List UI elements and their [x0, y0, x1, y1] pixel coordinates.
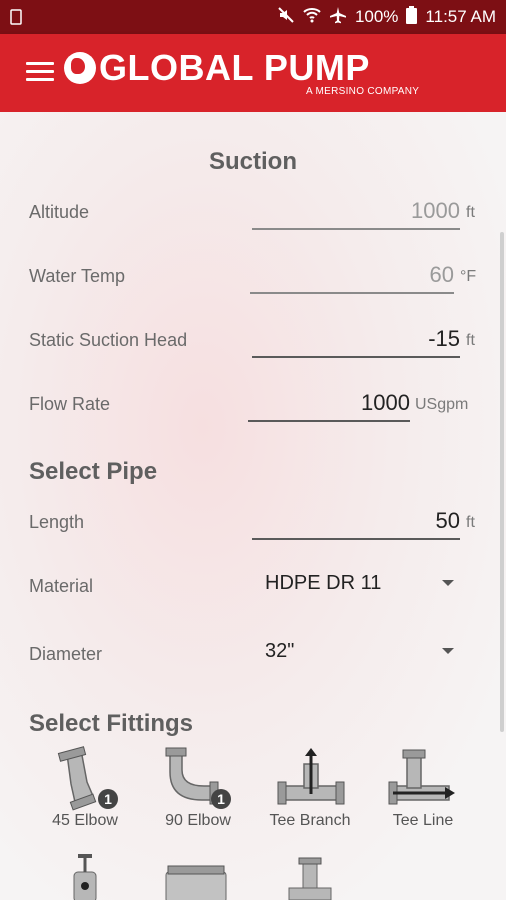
- flow-rate-value: 1000: [361, 390, 410, 415]
- water-temp-label: Water Temp: [29, 266, 126, 286]
- fitting-check-valve-partial[interactable]: [285, 854, 335, 900]
- fitting-label: Tee Branch: [269, 812, 351, 829]
- battery-text: 100%: [354, 7, 399, 26]
- tee-line-icon: [388, 749, 455, 805]
- fitting-count-badge: 1: [98, 789, 118, 809]
- elbow-90-icon: [165, 747, 219, 805]
- static-suction-head-label: Static Suction Head: [29, 330, 188, 350]
- length-label: Length: [29, 512, 85, 532]
- brand-logo: GLOBAL PUMP: [64, 48, 370, 88]
- diameter-label: Diameter: [29, 644, 103, 664]
- fitting-90-elbow[interactable]: 1 90 Elbow: [148, 744, 248, 844]
- static-suction-head-field[interactable]: -15: [252, 322, 460, 358]
- mute-icon: [277, 6, 295, 29]
- valve-icon: [73, 854, 97, 900]
- diameter-value: 32": [265, 640, 295, 662]
- battery-icon: [406, 5, 418, 29]
- static-suction-head-unit: ft: [466, 332, 475, 349]
- flow-rate-field[interactable]: 1000: [248, 386, 410, 422]
- dropdown-arrow-icon: [442, 580, 454, 586]
- clock: 11:57 AM: [425, 7, 496, 26]
- flow-rate-unit: USgpm: [415, 396, 469, 413]
- calculator-form: Suction Altitude 1000 ft Water Temp 60 °…: [0, 112, 506, 900]
- app-bar: GLOBAL PUMP: [0, 34, 506, 112]
- fitting-valve-partial[interactable]: [60, 854, 110, 900]
- brand-tagline: A MERSINO COMPANY: [306, 86, 420, 97]
- brand-name: GLOBAL PUMP: [99, 47, 370, 88]
- altitude-label: Altitude: [29, 202, 90, 222]
- material-dropdown[interactable]: HDPE DR 11: [265, 564, 460, 604]
- material-label: Material: [29, 576, 94, 596]
- hamburger-menu-icon[interactable]: [26, 62, 54, 84]
- fitting-label: Tee Line: [392, 812, 454, 829]
- dropdown-arrow-icon: [442, 648, 454, 654]
- length-field[interactable]: 50: [252, 504, 460, 540]
- fitting-tee-line[interactable]: Tee Line: [373, 744, 473, 844]
- fitting-label: 90 Elbow: [165, 812, 231, 829]
- altitude-unit: ft: [466, 204, 475, 221]
- length-value: 50: [435, 508, 460, 533]
- material-value: HDPE DR 11: [265, 572, 382, 594]
- fitting-45-elbow[interactable]: 1 45 Elbow: [35, 744, 135, 844]
- static-suction-head-value: -15: [428, 326, 460, 351]
- fitting-tee-branch[interactable]: Tee Branch: [260, 744, 360, 844]
- globe-icon: [64, 52, 96, 84]
- fitting-count-badge: 1: [211, 789, 231, 809]
- status-bar: 100% 11:57 AM: [0, 0, 506, 34]
- suction-title: Suction: [209, 148, 297, 175]
- elbow-45-icon: [57, 746, 97, 811]
- altitude-field[interactable]: 1000: [252, 194, 460, 230]
- tee-branch-icon: [277, 748, 345, 805]
- notification-icon: [10, 9, 22, 30]
- airplane-mode-icon: [329, 6, 347, 29]
- scrollbar[interactable]: [500, 232, 504, 732]
- length-unit: ft: [466, 514, 475, 531]
- diameter-dropdown[interactable]: 32": [265, 632, 460, 672]
- altitude-value: 1000: [411, 198, 460, 223]
- wifi-icon: [303, 6, 321, 29]
- strainer-icon: [165, 865, 227, 900]
- select-fittings-title: Select Fittings: [29, 710, 194, 737]
- water-temp-unit: °F: [460, 268, 477, 285]
- fitting-strainer-partial[interactable]: [162, 864, 232, 900]
- flow-rate-label: Flow Rate: [29, 394, 111, 414]
- select-pipe-title: Select Pipe: [29, 458, 158, 485]
- check-valve-icon: [288, 857, 332, 900]
- water-temp-field[interactable]: 60: [250, 258, 454, 294]
- fitting-label: 45 Elbow: [52, 812, 118, 829]
- water-temp-value: 60: [429, 262, 454, 287]
